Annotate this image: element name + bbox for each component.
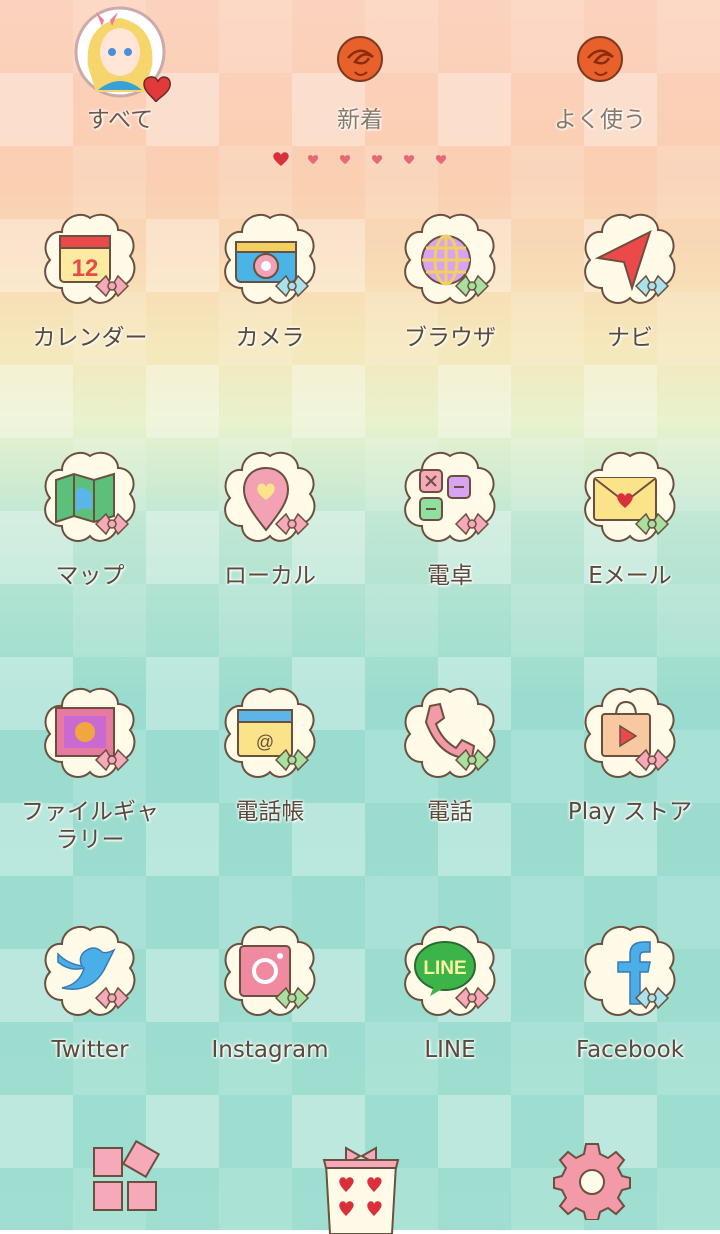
map-icon bbox=[44, 451, 136, 542]
app-camera[interactable]: カメラ bbox=[180, 212, 360, 412]
tab-all[interactable]: すべて bbox=[40, 6, 200, 140]
app-local[interactable]: ローカル bbox=[180, 450, 360, 650]
app-label: ブラウザ bbox=[404, 325, 496, 351]
tab-all-label: すべて bbox=[86, 107, 154, 133]
page-dot-icon bbox=[435, 154, 447, 165]
camera-icon bbox=[224, 213, 316, 304]
app-label: 電話 bbox=[427, 799, 473, 825]
tab-new[interactable]: 新着 bbox=[280, 6, 440, 140]
app-label: カレンダー bbox=[32, 325, 148, 351]
app-label: ローカル bbox=[224, 563, 316, 589]
app-play-store[interactable]: Play ストア bbox=[540, 686, 720, 886]
line-logo-text: LINE bbox=[423, 958, 466, 979]
location-pin-icon bbox=[224, 451, 316, 542]
navigation-arrow-icon bbox=[584, 213, 676, 304]
tab-frequent-label: よく使う bbox=[554, 107, 646, 133]
page-dot-icon bbox=[403, 154, 415, 165]
app-label: Facebook bbox=[575, 1037, 685, 1063]
page-dot-icon bbox=[307, 154, 319, 165]
app-phone[interactable]: 電話 bbox=[360, 686, 540, 886]
app-label: マップ bbox=[55, 563, 125, 589]
shopping-bag-play-icon bbox=[584, 687, 676, 778]
settings-gear-icon[interactable] bbox=[552, 1140, 632, 1220]
globe-icon bbox=[404, 213, 496, 304]
app-label: 電話帳 bbox=[235, 799, 305, 825]
tab-new-label: 新着 bbox=[337, 107, 383, 133]
avatar-icon bbox=[74, 6, 171, 102]
calculator-icon bbox=[404, 451, 496, 542]
app-label: ファイルギャ ラリー bbox=[21, 799, 159, 853]
address-book-icon: @ bbox=[224, 687, 316, 778]
app-label: 電卓 bbox=[427, 563, 473, 589]
app-label: LINE bbox=[424, 1037, 476, 1063]
line-bubble-icon: LINE bbox=[404, 925, 496, 1016]
app-calendar[interactable]: 12 カレンダー bbox=[0, 212, 180, 412]
app-label: Eメール bbox=[588, 563, 672, 589]
calendar-day-text: 12 bbox=[72, 255, 99, 282]
phone-handset-icon bbox=[404, 687, 496, 778]
app-label: Play ストア bbox=[567, 799, 693, 825]
app-map[interactable]: マップ bbox=[0, 450, 180, 650]
facebook-f-icon bbox=[584, 925, 676, 1016]
svg-text:@: @ bbox=[256, 732, 274, 752]
page-dot-icon bbox=[339, 154, 351, 165]
app-calculator[interactable]: 電卓 bbox=[360, 450, 540, 650]
page-dot-icon bbox=[371, 154, 383, 165]
envelope-icon bbox=[584, 451, 676, 542]
app-twitter[interactable]: Twitter bbox=[0, 924, 180, 1124]
instagram-camera-icon bbox=[224, 925, 316, 1016]
gift-box-hearts-icon[interactable] bbox=[316, 1134, 406, 1234]
app-label: Instagram bbox=[211, 1037, 329, 1063]
tab-frequent[interactable]: よく使う bbox=[520, 6, 680, 140]
app-facebook[interactable]: Facebook bbox=[540, 924, 720, 1124]
app-label: Twitter bbox=[51, 1037, 129, 1063]
app-instagram[interactable]: Instagram bbox=[180, 924, 360, 1124]
picture-frame-icon bbox=[44, 687, 136, 778]
page-dot-active-heart-icon bbox=[273, 152, 289, 166]
rose-icon bbox=[577, 36, 623, 82]
dock bbox=[0, 1120, 720, 1234]
app-label: カメラ bbox=[235, 325, 305, 351]
app-email[interactable]: Eメール bbox=[540, 450, 720, 650]
app-label: ナビ bbox=[607, 325, 653, 351]
app-browser[interactable]: ブラウザ bbox=[360, 212, 540, 412]
app-file-gallery[interactable]: ファイルギャ ラリー bbox=[0, 686, 180, 886]
calendar-icon: 12 bbox=[44, 213, 136, 304]
rose-icon bbox=[337, 36, 383, 82]
app-line[interactable]: LINE LINE bbox=[360, 924, 540, 1124]
app-drawer-grid-icon[interactable] bbox=[88, 1140, 168, 1220]
twitter-bird-icon bbox=[44, 925, 136, 1016]
page-indicator bbox=[268, 150, 458, 170]
app-navi[interactable]: ナビ bbox=[540, 212, 720, 412]
app-address-book[interactable]: @ 電話帳 bbox=[180, 686, 360, 886]
